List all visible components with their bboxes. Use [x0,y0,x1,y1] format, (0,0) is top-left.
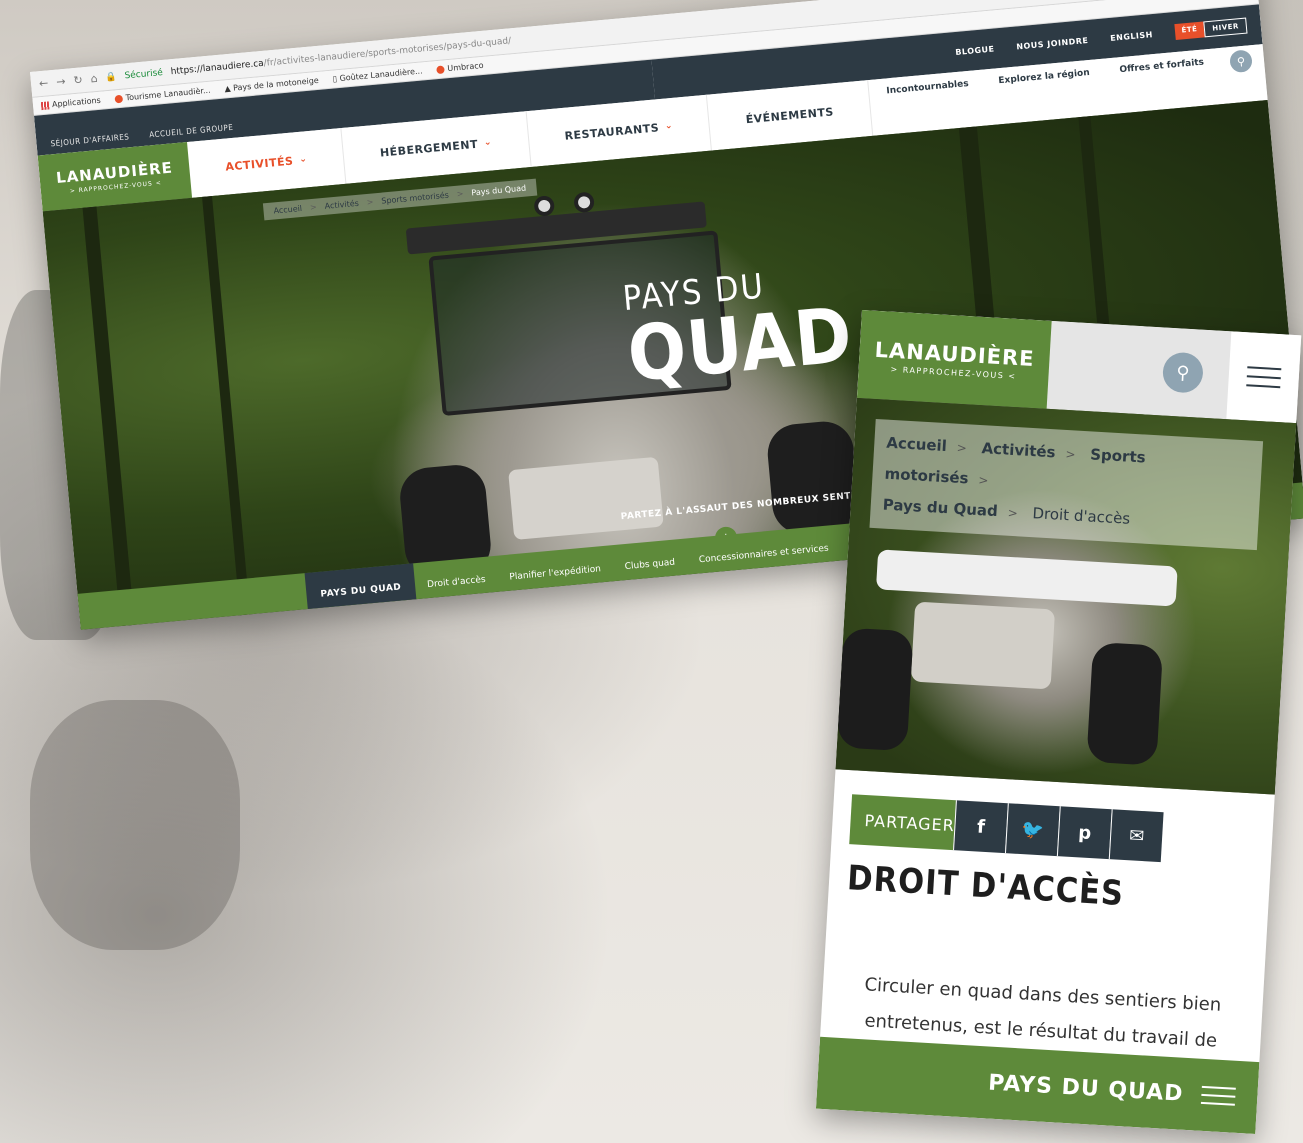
mobile-view: LANAUDIÈRE > RAPPROCHEZ-VOUS < ⚲ Accueil… [815,310,1302,1135]
bookmark-apps[interactable]: Applications [40,96,101,110]
link-offres[interactable]: Offres et forfaits [1119,58,1204,76]
apps-grid-icon [40,100,50,110]
share-bar: PARTAGER f 🐦 p ✉ [849,794,1273,868]
wheel-shape [765,419,861,537]
reload-icon[interactable]: ↻ [73,73,83,87]
twitter-icon[interactable]: 🐦 [1004,803,1060,857]
wheel-shape [1086,641,1164,766]
home-icon[interactable]: ⌂ [90,72,98,86]
back-icon[interactable]: ← [39,76,49,90]
share-label: PARTAGER [849,794,956,851]
link-english[interactable]: ENGLISH [1110,30,1153,43]
pinterest-icon[interactable]: p [1056,806,1112,860]
breadcrumb-activites[interactable]: Activités [324,199,359,211]
vehicle-grill [910,601,1056,690]
hamburger-icon [1246,359,1282,395]
link-sejour-affaires[interactable]: SÉJOUR D'AFFAIRES [50,132,130,148]
breadcrumb-accueil[interactable]: Accueil [886,434,947,455]
breadcrumb-activites[interactable]: Activités [981,439,1056,461]
search-icon[interactable]: ⚲ [1161,351,1205,394]
mobile-hero: Accueil > Activités > Sports motorisés > Pa… [835,397,1297,795]
wheel-shape [836,627,914,752]
vehicle-bumper [875,549,1178,607]
hamburger-menu-button[interactable] [1226,331,1302,424]
tree-trunk [82,206,136,630]
umbraco-icon [436,64,445,74]
url-host: https://lanaudiere.ca [170,58,265,77]
hero-title-big: QUAD [624,289,857,399]
season-winter-button[interactable]: HIVER [1203,17,1248,38]
season-summer-button[interactable]: ÉTÉ [1173,21,1206,41]
email-icon[interactable]: ✉ [1108,809,1164,863]
chevron-down-icon: ⌄ [483,137,493,149]
breadcrumb-current: Pays du Quad [471,183,527,198]
link-accueil-groupe[interactable]: ACCUEIL DE GROUPE [149,123,234,140]
breadcrumb-pays-quad[interactable]: Pays du Quad [882,496,998,521]
breadcrumb-accueil[interactable]: Accueil [273,204,302,216]
link-blogue[interactable]: BLOGUE [955,44,995,57]
breadcrumb-current: Droit d'accès [1032,504,1131,528]
mobile-logo[interactable]: LANAUDIÈRE > RAPPROCHEZ-VOUS < [856,310,1052,409]
mobile-breadcrumb: Accueil > Activités > Sports motorisés > Pa… [869,418,1264,551]
vehicle-grill [508,456,664,541]
site-favicon-icon [114,94,123,103]
section-menu-icon [1200,1080,1237,1112]
link-explorez[interactable]: Explorez la région [998,68,1090,86]
secure-label: Sécurisé [124,67,164,81]
breadcrumb-sports[interactable]: Sports motorisés [381,191,449,206]
chevron-down-icon: ⌄ [664,120,674,132]
lock-icon: 🔒 [105,71,118,83]
page-title: DROIT D'ACCÈS [846,858,1126,915]
chevron-down-icon: ⌄ [298,154,308,165]
bookmark-umbraco[interactable]: Umbraco [436,61,484,74]
link-incontournables[interactable]: Incontournables [886,79,969,96]
tree-trunk [202,196,251,626]
link-nous-joindre[interactable]: NOUS JOINDRE [1016,35,1089,51]
search-icon[interactable]: ⚲ [1229,49,1253,74]
forward-icon[interactable]: → [56,75,66,89]
facebook-icon[interactable]: f [953,800,1008,854]
background-wheel-shape [30,700,240,950]
section-label: PAYS DU QUAD [987,1070,1185,1107]
season-toggle: ÉTÉ HIVER [1173,17,1248,41]
hero-title: PAYS DU QUAD [621,259,857,399]
